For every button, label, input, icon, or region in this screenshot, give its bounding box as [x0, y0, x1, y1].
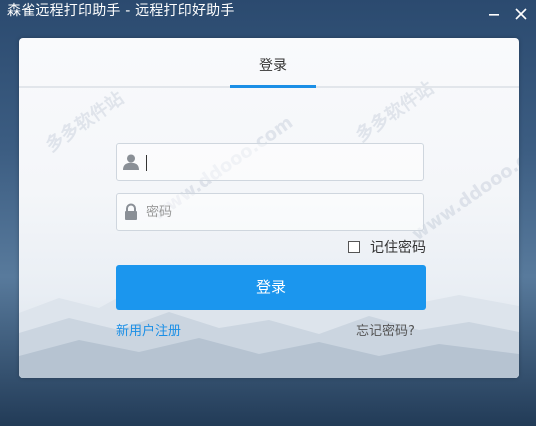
minimize-button[interactable]	[484, 4, 504, 24]
register-link[interactable]: 新用户注册	[116, 324, 181, 340]
login-panel: 多多软件站 www.ddooo.com 多多软件站 www.ddooo.com …	[19, 38, 519, 378]
tab-login[interactable]: 登录	[230, 38, 316, 88]
remember-label: 记住密码	[370, 240, 426, 256]
tab-bar: 登录	[19, 38, 519, 88]
password-field[interactable]: 密码	[116, 193, 424, 231]
user-icon	[122, 153, 140, 171]
lock-icon	[122, 203, 140, 221]
close-icon	[511, 4, 531, 24]
app-window: 森雀远程打印助手 - 远程打印好助手 多多软件站 www.ddooo.com 多…	[0, 0, 536, 426]
tab-login-label: 登录	[259, 58, 287, 74]
password-placeholder: 密码	[146, 205, 173, 220]
minimize-icon	[484, 4, 504, 24]
title-bar: 森雀远程打印助手 - 远程打印好助手	[0, 0, 536, 28]
forgot-password-link[interactable]: 忘记密码?	[356, 324, 415, 340]
login-button[interactable]: 登录	[116, 265, 426, 310]
tab-active-indicator	[230, 85, 316, 88]
username-field[interactable]	[116, 143, 424, 181]
close-button[interactable]	[511, 4, 531, 24]
remember-checkbox[interactable]	[348, 241, 360, 253]
watermark: www.ddooo.com	[408, 131, 519, 246]
window-title: 森雀远程打印助手 - 远程打印好助手	[7, 3, 235, 19]
text-cursor	[146, 155, 147, 171]
